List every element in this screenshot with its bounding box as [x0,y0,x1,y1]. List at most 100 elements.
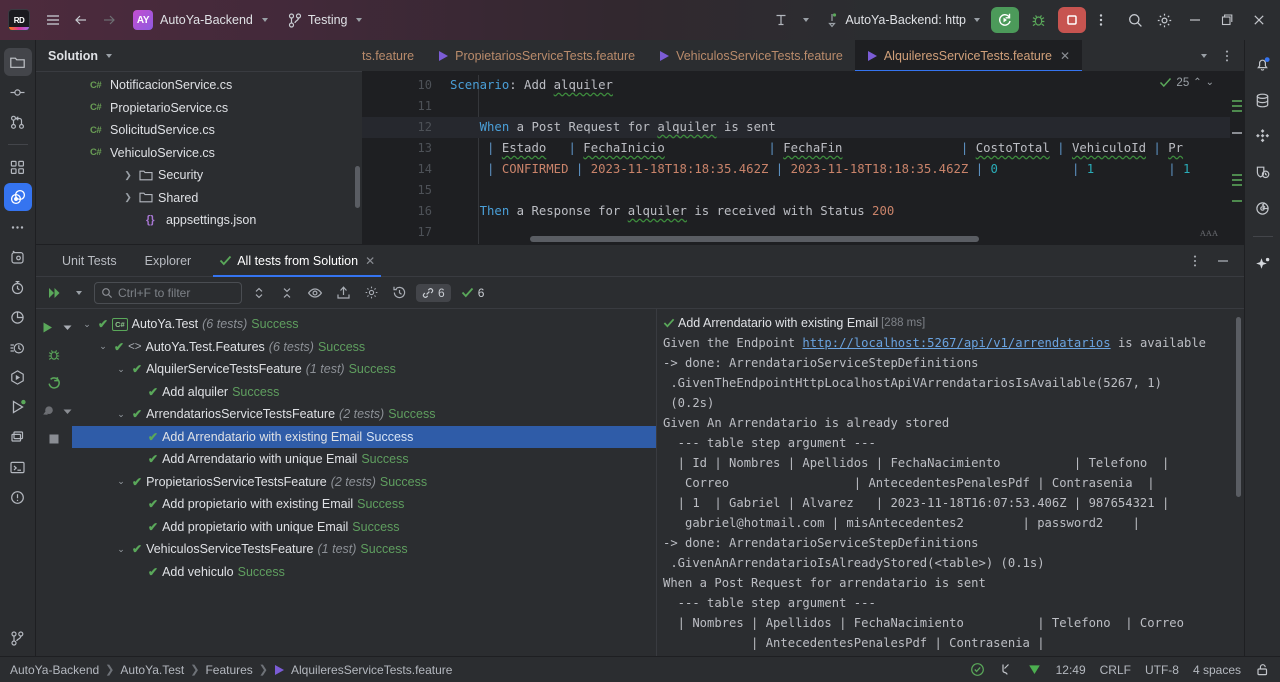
test-tree-row-add-arrendatario-existing-email[interactable]: ✔ Add Arrendatario with existing Email S… [72,425,656,448]
solution-scrollbar[interactable] [355,166,360,208]
test-tree-row-features-namespace[interactable]: ⌄ ✔ <> AutoYa.Test.Features (6 tests) Su… [72,336,656,359]
test-results-tree[interactable]: ⌄ ✔ C# AutoYa.Test (6 tests) Success ⌄ ✔… [72,309,656,656]
solution-tree[interactable]: C# NotificacionService.cs C# Propietario… [36,72,362,244]
editor-horizontal-scrollbar[interactable] [530,236,980,242]
run-tool-button[interactable] [4,363,32,391]
tree-item-security[interactable]: ❯ Security [36,164,362,187]
rerun-failed-button[interactable] [41,371,67,395]
project-selector[interactable]: AY AutoYa-Backend [128,7,273,33]
solution-explorer-tool-button[interactable] [3,48,32,76]
output-scrollbar[interactable] [1236,317,1241,497]
editor-tab-alquileres[interactable]: AlquileresServiceTests.feature ✕ [854,40,1083,71]
chevron-down-icon[interactable]: ⌄ [80,319,94,330]
tab-explorer[interactable]: Explorer [131,245,206,276]
breadcrumb-item-solution[interactable]: AutoYa-Backend [10,663,99,677]
tab-list-dropdown-button[interactable] [1192,45,1214,67]
test-tree-row-propietarios-feature[interactable]: ⌄ ✔ PropietariosServiceTestsFeature (2 t… [72,471,656,494]
cover-tests-button[interactable] [35,399,61,423]
chevron-right-icon[interactable]: ❯ [122,192,134,203]
test-history-button[interactable] [388,282,410,304]
tree-item-solicitudservice[interactable]: C# SolicitudService.cs [36,119,362,142]
inspections-tool-button[interactable] [1249,158,1277,186]
commit-tool-button[interactable] [4,78,32,106]
tree-item-shared[interactable]: ❯ Shared [36,187,362,210]
next-problem-icon[interactable]: ⌄ [1206,77,1214,88]
branch-status-icon[interactable] [999,662,1013,677]
tree-item-notificacionservice[interactable]: C# NotificacionService.cs [36,74,362,97]
duration-filter-badge[interactable]: 6 [416,283,451,302]
database-tool-button[interactable] [1249,86,1277,114]
code-editor[interactable]: 10 11 12 13 14 15 16 17 Scenario: Add al… [362,72,1244,244]
nuget-tool-button[interactable] [4,153,32,181]
test-tree-row-add-propietario-unique-email[interactable]: ✔ Add propietario with unique Email Succ… [72,516,656,539]
show-passed-button[interactable] [304,282,326,304]
run-configuration-selector[interactable]: AutoYa-Backend: http [820,7,985,33]
problems-tool-button[interactable] [4,483,32,511]
rerun-button[interactable] [991,7,1019,33]
titlebar-dropdown[interactable] [796,7,814,33]
export-results-button[interactable] [332,282,354,304]
plugins-tool-button[interactable] [1249,122,1277,150]
chevron-down-icon[interactable]: ⌄ [114,476,128,487]
tree-item-appsettings[interactable]: {} appsettings.json [36,209,362,232]
breadcrumb-item-file[interactable]: AlquileresServiceTests.feature [291,663,452,677]
chevron-down-icon[interactable]: ⌄ [114,364,128,375]
collapse-all-button[interactable] [276,282,298,304]
stop-tests-button[interactable] [41,427,67,451]
test-tree-row-alquiler-feature[interactable]: ⌄ ✔ AlquilerServiceTestsFeature (1 test)… [72,358,656,381]
tab-all-tests-from-solution[interactable]: All tests from Solution ✕ [205,245,389,277]
stop-button[interactable] [1058,7,1086,33]
inspections-ok-icon[interactable] [970,662,985,677]
hide-panel-button[interactable] [1212,250,1234,272]
tab-unit-tests[interactable]: Unit Tests [48,245,131,276]
rerun-all-tests-button[interactable] [44,282,66,304]
more-tools-button[interactable] [4,213,32,241]
panel-options-button[interactable] [1184,250,1206,272]
settings-button[interactable] [1151,7,1178,33]
test-tree-row-add-propietario-existing-email[interactable]: ✔ Add propietario with existing Email Su… [72,493,656,516]
chevron-down-icon[interactable]: ⌄ [114,544,128,555]
inspections-widget[interactable]: 25 ⌃ ⌄ [1159,76,1214,89]
passed-badge[interactable]: 6 [457,284,489,302]
unit-tests-tool-button[interactable] [3,183,32,211]
test-tree-row-vehiculos-feature[interactable]: ⌄ ✔ VehiculosServiceTestsFeature (1 test… [72,538,656,561]
test-settings-button[interactable] [360,282,382,304]
terminal-tool-button[interactable] [4,453,32,481]
rerun-dropdown-button[interactable] [72,282,84,304]
clock-time[interactable]: 12:49 [1056,663,1086,677]
indent-indicator[interactable]: 4 spaces [1193,663,1241,677]
updates-button[interactable] [768,7,794,33]
test-output-pane[interactable]: Add Arrendatario with existing Email [28… [656,309,1244,656]
editor-marker-bar[interactable] [1230,72,1244,244]
services-tool-button[interactable] [4,393,32,421]
test-tree-row-arrendatarios-feature[interactable]: ⌄ ✔ ArrendatariosServiceTestsFeature (2 … [72,403,656,426]
breadcrumb-item-project[interactable]: AutoYa.Test [120,663,184,677]
dynamic-program-analysis-button[interactable] [4,333,32,361]
code-lines[interactable]: Scenario: Add alquiler When a Post Reque… [442,72,1244,244]
run-test-button[interactable] [35,315,61,339]
close-button[interactable] [1244,6,1274,34]
test-tree-row-add-vehiculo[interactable]: ✔ Add vehiculo Success [72,561,656,584]
more-actions-button[interactable] [1088,7,1114,33]
search-everywhere-button[interactable] [1122,7,1149,33]
chevron-right-icon[interactable]: ❯ [122,170,134,181]
chevron-down-icon[interactable]: ⌄ [96,341,110,352]
expand-collapse-button[interactable] [248,282,270,304]
close-tab-icon[interactable]: ✕ [365,254,375,268]
read-only-toggle-icon[interactable] [1255,662,1270,677]
endpoint-link[interactable]: http://localhost:5267/api/v1/arrendatari… [802,336,1110,350]
tab-options-button[interactable] [1216,45,1238,67]
tree-item-vehiculoservice[interactable]: C# VehiculoService.cs [36,142,362,165]
branch-selector[interactable]: Testing [283,7,367,33]
minimize-button[interactable] [1180,6,1210,34]
main-menu-button[interactable] [40,7,66,33]
git-tool-button[interactable] [4,108,32,136]
navigate-back-button[interactable] [68,7,94,33]
test-tree-row-add-arrendatario-unique-email[interactable]: ✔ Add Arrendatario with unique Email Suc… [72,448,656,471]
ai-assistant-tool-button[interactable] [1249,251,1277,279]
test-tree-row-autoya-test[interactable]: ⌄ ✔ C# AutoYa.Test (6 tests) Success [72,313,656,336]
chevron-down-icon[interactable]: ⌄ [114,409,128,420]
editor-gutter[interactable]: 10 11 12 13 14 15 16 17 [362,72,442,244]
debug-button[interactable] [1025,7,1052,33]
editor-tab-vehiculos[interactable]: VehiculosServiceTests.feature [647,40,855,71]
